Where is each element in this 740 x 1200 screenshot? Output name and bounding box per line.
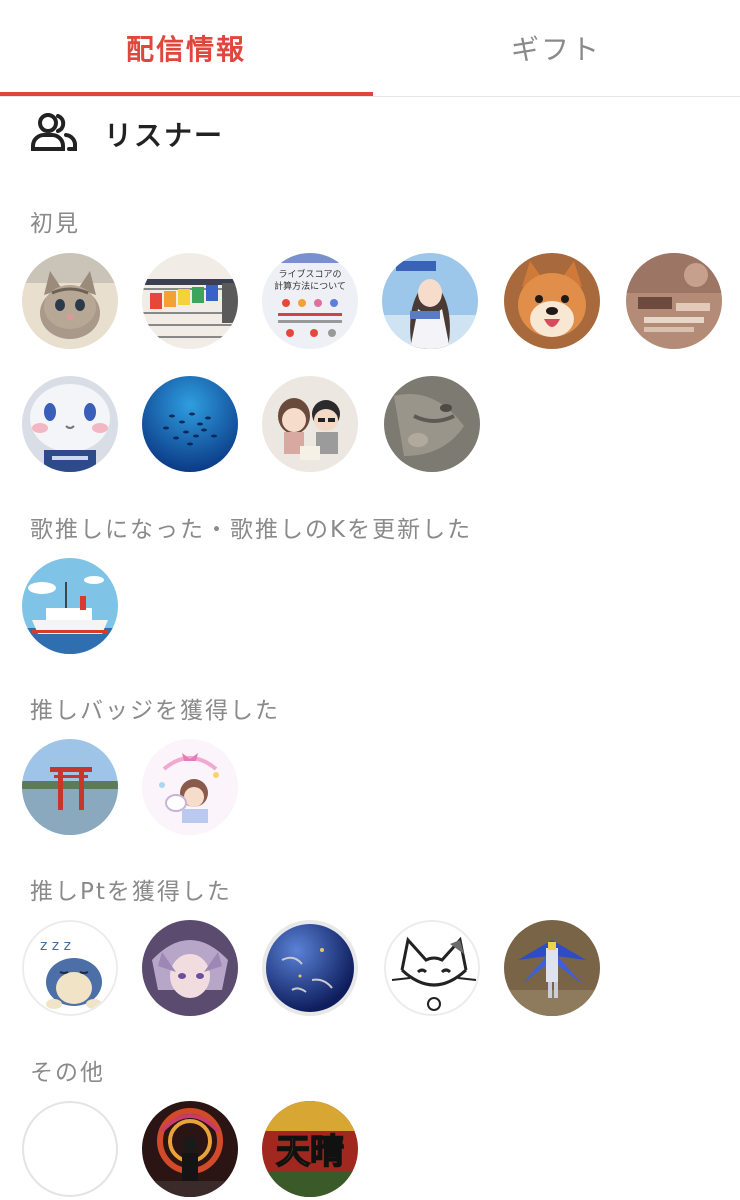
active-tab-indicator xyxy=(0,92,373,96)
avatar-gundam-model[interactable] xyxy=(504,920,600,1016)
group-label-first-visit: 初見 xyxy=(30,211,80,237)
avatar-grey-cat[interactable] xyxy=(384,376,480,472)
group-label-other: その他 xyxy=(30,1060,105,1086)
group-label-points: 推しPtを獲得した xyxy=(30,879,232,905)
tab-bar: 配信情報 ギフト xyxy=(0,0,740,97)
avatar-sepia-photo[interactable] xyxy=(626,253,722,349)
avatar-tenbare[interactable]: 天晴 xyxy=(262,1101,358,1197)
avatar-purple-anime-boy[interactable] xyxy=(142,920,238,1016)
users-icon xyxy=(30,112,78,156)
avatar-lapis-sphere[interactable] xyxy=(262,920,358,1016)
avatar-chibi-couple[interactable] xyxy=(262,376,358,472)
group-label-badge: 推しバッジを獲得した xyxy=(30,698,280,724)
avatar-plush-rabbit[interactable] xyxy=(22,376,118,472)
avatar-guitar-frets[interactable] xyxy=(142,253,238,349)
listener-section-header: リスナー xyxy=(30,112,224,156)
svg-text:z z z: z z z xyxy=(40,938,71,954)
avatar-sleeping-snorlax[interactable]: z z z xyxy=(22,920,118,1016)
avatar-shiba-dog[interactable] xyxy=(504,253,600,349)
live-score-title-line2: 計算方法について xyxy=(274,280,346,292)
avatar-ferry-ship[interactable] xyxy=(22,558,118,654)
avatar-kitten[interactable] xyxy=(22,253,118,349)
avatar-blank[interactable] xyxy=(22,1101,118,1197)
avatar-live-score-info[interactable]: ライブスコアの 計算方法について xyxy=(262,253,358,349)
tab-gifts[interactable]: ギフト xyxy=(372,0,740,96)
avatar-torii-gate[interactable] xyxy=(22,739,118,835)
avatar-fish-school[interactable] xyxy=(142,376,238,472)
avatar-dark-figure[interactable] xyxy=(142,1101,238,1197)
avatar-anime-girl[interactable] xyxy=(382,253,478,349)
avatar-cat-sketch[interactable] xyxy=(384,920,480,1016)
avatar-pastel-anime[interactable] xyxy=(142,739,238,835)
tab-stream-info[interactable]: 配信情報 xyxy=(0,0,372,96)
tenbare-text: 天晴 xyxy=(276,1132,344,1172)
group-label-song-fan: 歌推しになった・歌推しのKを更新した xyxy=(30,517,473,543)
section-title: リスナー xyxy=(104,119,225,152)
live-score-title-line1: ライブスコアの xyxy=(278,268,341,280)
